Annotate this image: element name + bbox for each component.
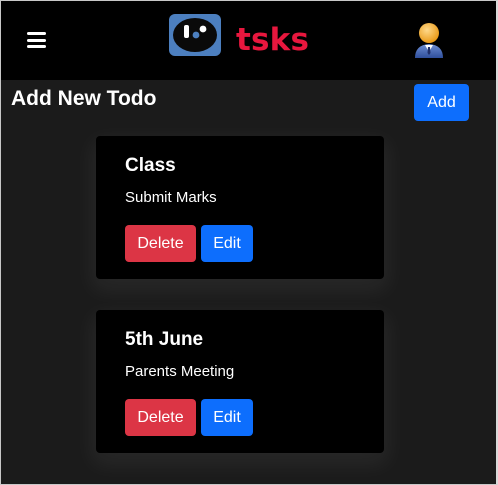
todo-description: Submit Marks: [125, 189, 217, 206]
edit-button[interactable]: Edit: [201, 399, 253, 436]
tsks-logo-icon[interactable]: [169, 14, 221, 56]
todo-title: Class: [125, 155, 176, 176]
hamburger-menu-icon[interactable]: [27, 32, 46, 48]
todo-title: 5th June: [125, 329, 204, 350]
edit-button[interactable]: Edit: [201, 225, 253, 262]
add-todo-button[interactable]: Add: [414, 84, 469, 121]
delete-button[interactable]: Delete: [125, 399, 196, 436]
user-avatar-icon[interactable]: [412, 21, 446, 58]
scrollbar[interactable]: [493, 80, 496, 484]
todo-description: Parents Meeting: [125, 363, 235, 380]
brand-name[interactable]: tsks: [236, 21, 309, 59]
delete-button[interactable]: Delete: [125, 225, 196, 262]
app-window: tsks Add New Todo Add Class Submit Marks…: [0, 0, 498, 485]
navbar: tsks: [1, 1, 496, 80]
page-title: Add New Todo: [11, 87, 157, 110]
todo-card: 5th June Parents Meeting Delete Edit: [96, 310, 384, 453]
todo-card: Class Submit Marks Delete Edit: [96, 136, 384, 279]
